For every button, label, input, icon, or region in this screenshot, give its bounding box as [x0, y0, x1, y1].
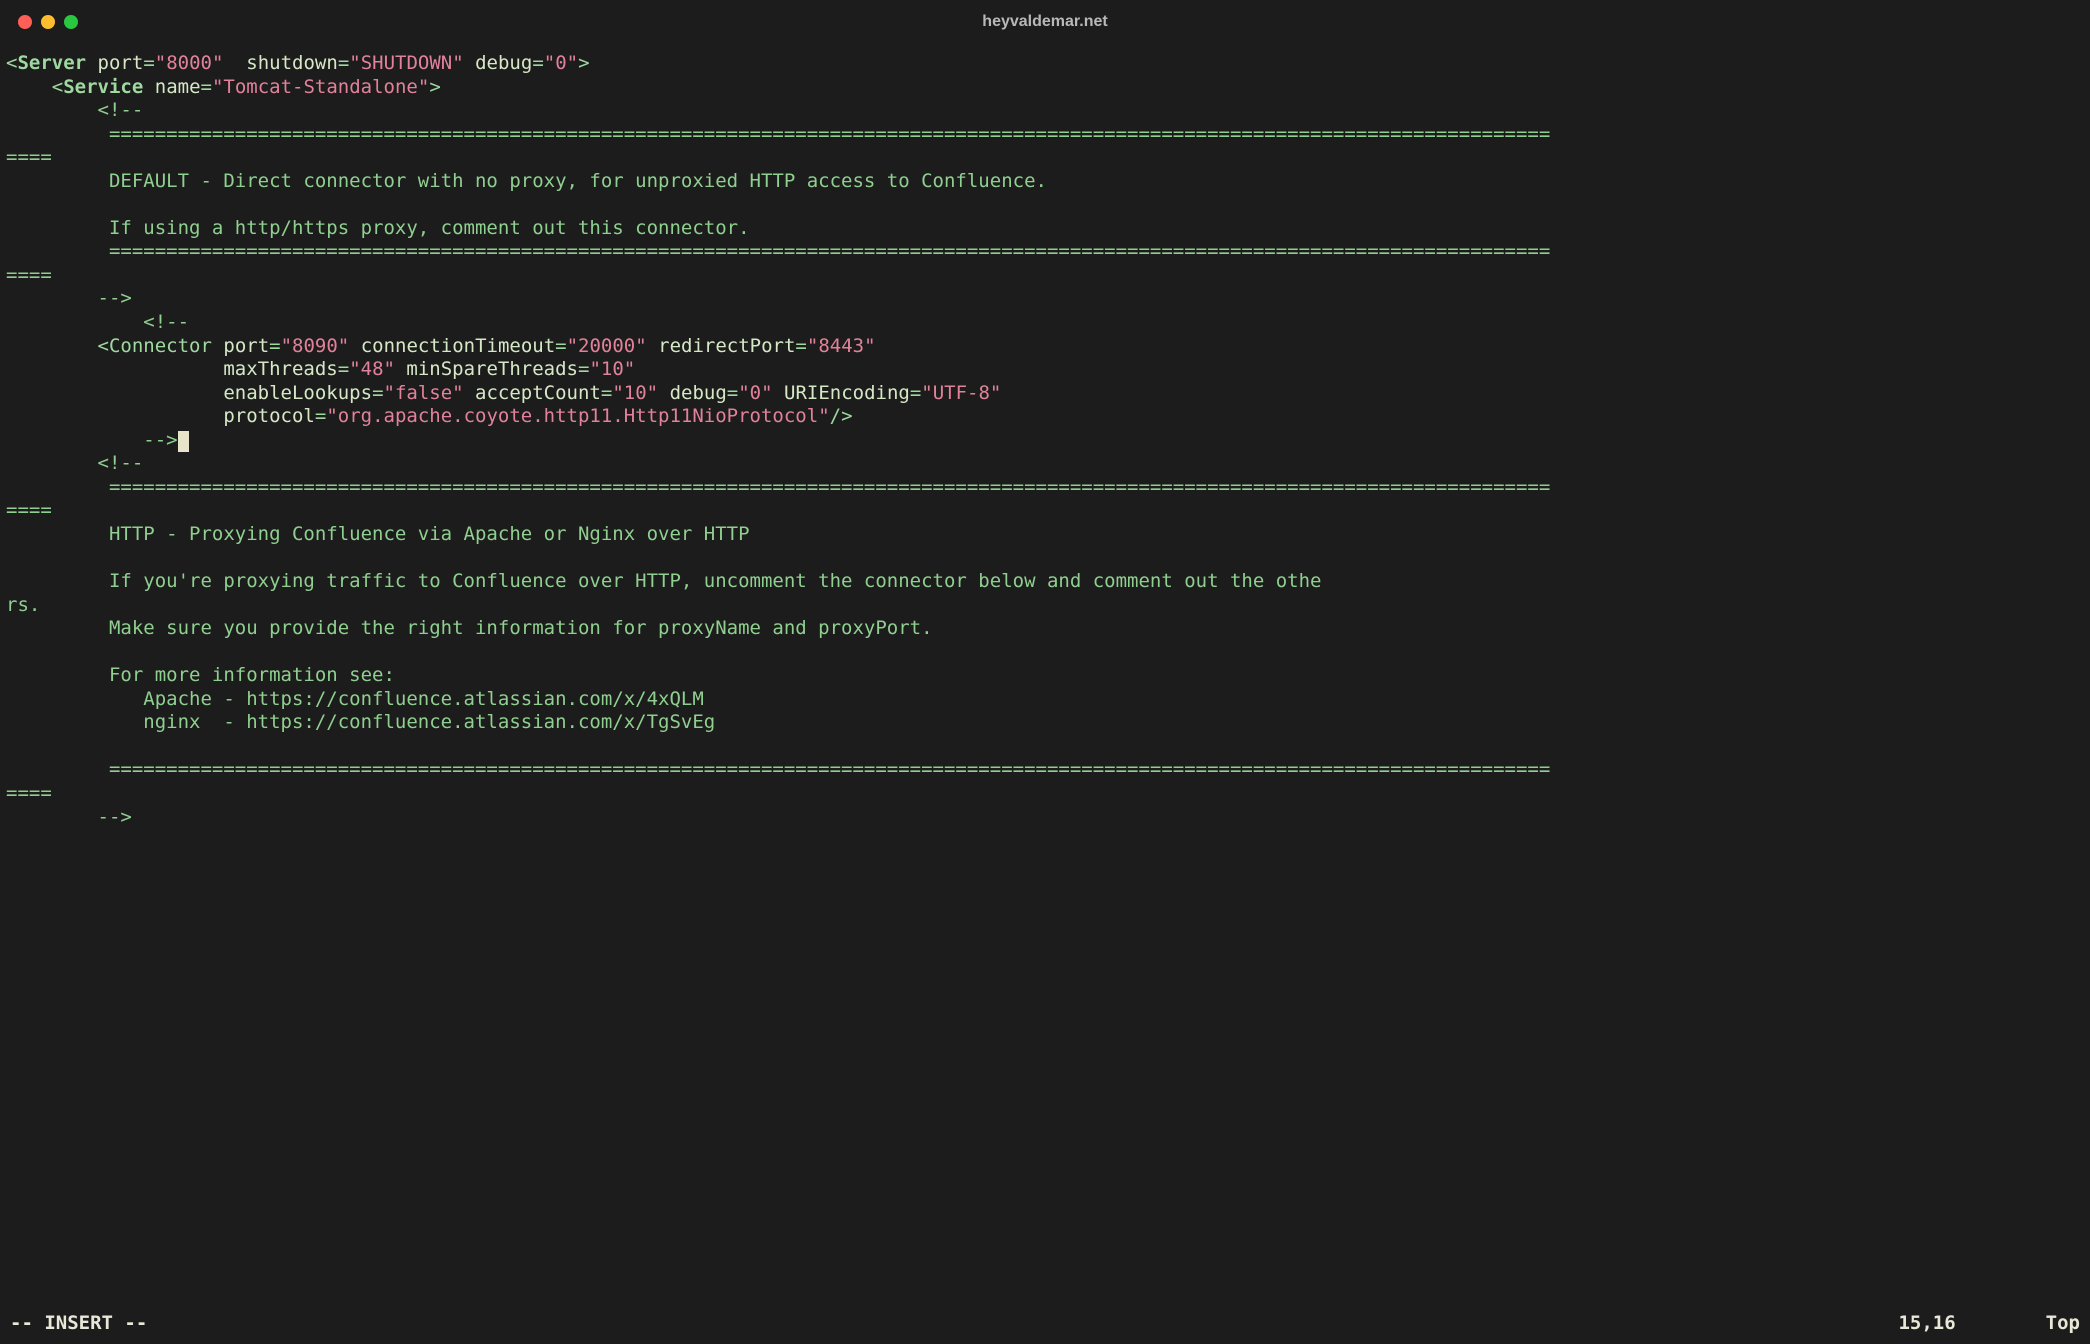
comment-line-wrap: rs. — [6, 594, 40, 616]
attr: redirectPort — [658, 335, 795, 357]
punct: = — [601, 382, 612, 404]
val: "Tomcat-Standalone" — [212, 76, 429, 98]
minimize-button[interactable] — [41, 15, 55, 29]
attr: acceptCount — [475, 382, 601, 404]
val: "10" — [589, 358, 635, 380]
val: "false" — [384, 382, 464, 404]
val: "10" — [612, 382, 658, 404]
rule-wrap: ==== — [6, 264, 52, 286]
comment-close: --> — [98, 806, 132, 828]
attr: enableLookups — [223, 382, 372, 404]
attr: debug — [670, 382, 727, 404]
punct: = — [338, 358, 349, 380]
punct: /> — [830, 405, 853, 427]
comment-line: Apache - https://confluence.atlassian.co… — [6, 688, 704, 710]
punct: = — [338, 52, 349, 74]
titlebar: heyvaldemar.net — [0, 0, 2090, 44]
punct: = — [555, 335, 566, 357]
val: "SHUTDOWN" — [349, 52, 463, 74]
comment-line: nginx - https://confluence.atlassian.com… — [6, 711, 715, 733]
comment-line: Make sure you provide the right informat… — [6, 617, 933, 639]
punct: = — [315, 405, 326, 427]
attr: port — [98, 52, 144, 74]
val: "org.apache.coyote.http11.Http11NioProto… — [326, 405, 829, 427]
rule: ========================================… — [6, 240, 1550, 262]
terminal-window: heyvaldemar.net <Server port="8000" shut… — [0, 0, 2090, 1344]
attr: maxThreads — [223, 358, 337, 380]
comment-line: If you're proxying traffic to Confluence… — [6, 570, 1321, 592]
val: "0" — [544, 52, 578, 74]
attr: URIEncoding — [784, 382, 910, 404]
punct: > — [578, 52, 589, 74]
rule: ========================================… — [6, 476, 1550, 498]
punct: = — [578, 358, 589, 380]
comment-line: If using a http/https proxy, comment out… — [6, 217, 750, 239]
val: "8090" — [281, 335, 350, 357]
attr: minSpareThreads — [406, 358, 578, 380]
punct: = — [143, 52, 154, 74]
punct: = — [910, 382, 921, 404]
rule-wrap: ==== — [6, 146, 52, 168]
punct: = — [372, 382, 383, 404]
comment-close: --> — [143, 429, 177, 451]
scroll-indicator: Top — [2046, 1312, 2080, 1336]
val: "UTF-8" — [921, 382, 1001, 404]
tag-service: Service — [63, 76, 143, 98]
cursor-position: 15,16 — [1898, 1312, 1955, 1336]
comment-line: HTTP - Proxying Confluence via Apache or… — [6, 523, 750, 545]
tag-connector: Connector — [109, 335, 212, 357]
comment: <!-- ===================================… — [6, 452, 1550, 827]
comment: --> — [6, 429, 178, 451]
comment: <!-- ===================================… — [6, 99, 1550, 333]
comment-close: --> — [98, 287, 132, 309]
cursor — [178, 431, 189, 452]
val: "8000" — [155, 52, 224, 74]
val: "0" — [738, 382, 772, 404]
punct: = — [795, 335, 806, 357]
window-title: heyvaldemar.net — [0, 13, 2090, 31]
attr: connectionTimeout — [361, 335, 555, 357]
punct: = — [727, 382, 738, 404]
rule: ========================================… — [6, 758, 1550, 780]
zoom-button[interactable] — [64, 15, 78, 29]
attr: protocol — [223, 405, 315, 427]
editor-area[interactable]: <Server port="8000" shutdown="SHUTDOWN" … — [0, 44, 2090, 1310]
attr: shutdown — [246, 52, 338, 74]
rule-wrap: ==== — [6, 499, 52, 521]
punct: = — [201, 76, 212, 98]
punct: < — [6, 52, 17, 74]
val: "8443" — [807, 335, 876, 357]
val: "20000" — [567, 335, 647, 357]
punct: < — [52, 76, 63, 98]
punct: = — [269, 335, 280, 357]
comment-open: <!-- — [98, 99, 144, 121]
status-bar: -- INSERT -- 15,16 Top — [0, 1310, 2090, 1344]
window-controls — [18, 15, 78, 29]
rule-wrap: ==== — [6, 782, 52, 804]
comment-open: <!-- — [143, 311, 189, 333]
close-button[interactable] — [18, 15, 32, 29]
comment-line: DEFAULT - Direct connector with no proxy… — [6, 170, 1047, 192]
vim-mode: -- INSERT -- — [10, 1312, 147, 1336]
rule: ========================================… — [6, 123, 1550, 145]
tag-server: Server — [17, 52, 86, 74]
attr: port — [223, 335, 269, 357]
attr: debug — [475, 52, 532, 74]
punct: > — [429, 76, 440, 98]
comment-line: For more information see: — [6, 664, 395, 686]
val: "48" — [349, 358, 395, 380]
punct: = — [532, 52, 543, 74]
comment-open: <!-- — [98, 452, 144, 474]
attr: name — [155, 76, 201, 98]
punct: < — [98, 335, 109, 357]
